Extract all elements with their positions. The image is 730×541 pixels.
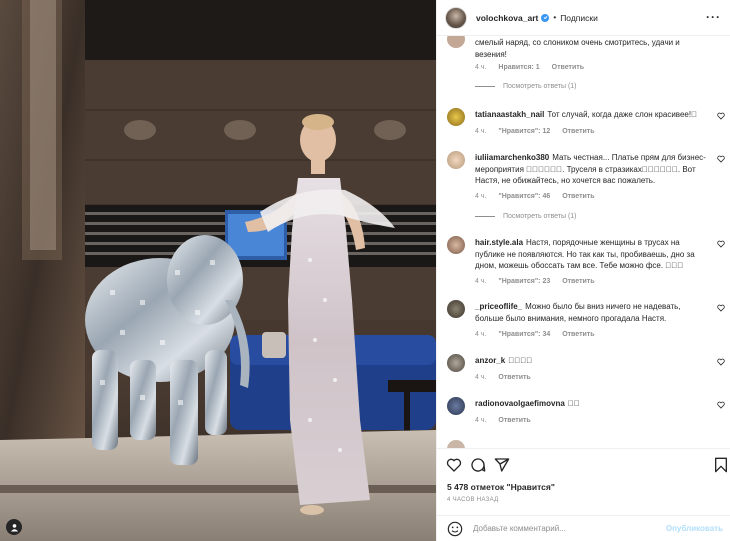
comment-time: 4 ч. (475, 331, 487, 338)
share-icon[interactable] (494, 457, 510, 473)
comment-time: 4 ч. (475, 374, 487, 381)
commenter-username[interactable]: tatianaastakh_nail (475, 110, 544, 119)
comment-meta: 4 ч. Нравится: 1 Ответить (475, 64, 594, 71)
comment-text: смелый наряд, со слоником очень смотрите… (475, 38, 680, 59)
comment-likes[interactable]: "Нравится": 23 (498, 278, 550, 285)
comment-meta: 4 ч. Ответить (475, 417, 541, 424)
commenter-avatar[interactable] (447, 36, 465, 48)
heart-icon[interactable] (717, 401, 725, 409)
author-avatar[interactable] (445, 6, 467, 29)
commenter-avatar[interactable] (447, 151, 465, 169)
photo-scene (0, 0, 436, 541)
comment-text: Тот случай, когда даже слон красивее!  (547, 110, 698, 119)
commenter-username[interactable]: anzor_k (475, 356, 505, 365)
heart-icon[interactable] (717, 304, 725, 312)
comment-icon[interactable] (470, 457, 486, 473)
comment-meta: 4 ч. "Нравится": 34 Ответить (475, 331, 605, 338)
reply-button[interactable]: Ответить (562, 331, 594, 338)
comment-input[interactable] (473, 524, 663, 533)
commenter-username[interactable]: iuliiamarchenko380 (475, 153, 549, 162)
user-tag-icon (10, 523, 18, 532)
commenter-username[interactable]: hair.style.ala (475, 238, 523, 247)
comment-text:    (567, 399, 580, 408)
publish-button[interactable]: Опубликовать (666, 524, 723, 533)
reply-button[interactable]: Ответить (562, 278, 594, 285)
instagram-post: volochkova_art • Подписки ··· смелый нар… (0, 0, 730, 541)
commenter-username[interactable]: radionovaolgaefimovna (475, 399, 565, 408)
commenter-avatar[interactable] (447, 440, 465, 448)
view-replies-button[interactable]: Посмотреть ответы (1) (475, 213, 577, 220)
heart-icon[interactable] (446, 457, 462, 473)
user-tag-button[interactable] (6, 519, 22, 535)
comment-body: hair.style.ala Настя, порядочные женщины … (475, 237, 707, 272)
comment-time: 4 ч. (475, 417, 487, 424)
comment-meta: 4 ч. "Нравится": 46 Ответить (475, 193, 605, 200)
comment-time: 4 ч. (475, 278, 487, 285)
verified-badge-icon (541, 13, 550, 22)
reply-button[interactable]: Ответить (562, 193, 594, 200)
heart-icon[interactable] (717, 358, 725, 366)
post-header: volochkova_art • Подписки ··· (437, 0, 730, 36)
post-photo[interactable] (0, 0, 436, 541)
header-separator: • (553, 13, 557, 22)
more-options-icon[interactable]: ··· (706, 10, 721, 24)
commenter-username[interactable]: _priceoflife_ (475, 302, 522, 311)
comments-panel: volochkova_art • Подписки ··· смелый нар… (436, 0, 730, 541)
comment-likes[interactable]: "Нравится": 46 (498, 193, 550, 200)
commenter-avatar[interactable] (447, 300, 465, 318)
comment-time: 4 ч. (475, 128, 487, 135)
comment-body: iuliiamarchenko380 Мать честная... Платье… (475, 152, 707, 187)
comment-meta: 4 ч. "Нравится": 12 Ответить (475, 128, 605, 135)
commenter-avatar[interactable] (447, 354, 465, 372)
bookmark-icon[interactable] (713, 457, 729, 473)
view-replies-button[interactable]: Посмотреть ответы (1) (475, 83, 577, 90)
comment-meta: 4 ч. "Нравится": 23 Ответить (475, 278, 605, 285)
comment-body: radionovaolgaefimovna    (475, 398, 707, 410)
commenter-avatar[interactable] (447, 397, 465, 415)
follow-button[interactable]: Подписки (560, 13, 598, 23)
reply-button[interactable]: Ответить (562, 128, 594, 135)
heart-icon[interactable] (717, 240, 725, 248)
author-username[interactable]: volochkova_art (476, 13, 538, 23)
heart-icon[interactable] (717, 155, 725, 163)
comment-body: tatianaastakh_nail Тот случай, когда даже… (475, 109, 707, 121)
commenter-avatar[interactable] (447, 108, 465, 126)
heart-icon[interactable] (717, 112, 725, 120)
commenter-avatar[interactable] (447, 236, 465, 254)
comment-meta: 4 ч. Ответить (475, 374, 541, 381)
comment-likes[interactable]: Нравится: 1 (498, 64, 539, 71)
comment-likes[interactable]: "Нравится": 34 (498, 331, 550, 338)
reply-button[interactable]: Ответить (498, 374, 530, 381)
comment-body: _priceoflife_ Можно было бы вниз ничего н… (475, 301, 707, 324)
comments-list[interactable]: смелый наряд, со слоником очень смотрите… (437, 36, 730, 448)
add-comment-bar: Опубликовать (437, 515, 730, 541)
comment-text:      (508, 356, 533, 365)
reply-button[interactable]: Ответить (552, 64, 584, 71)
emoji-icon[interactable] (447, 521, 463, 537)
likes-count[interactable]: 5 478 отметок "Нравится" (447, 482, 555, 492)
comment-body: anzor_k      (475, 355, 707, 367)
post-time[interactable]: 4 ЧАСОВ НАЗАД (447, 497, 498, 503)
comment-time: 4 ч. (475, 193, 487, 200)
comment-likes[interactable]: "Нравится": 12 (498, 128, 550, 135)
reply-button[interactable]: Ответить (498, 417, 530, 424)
comment-time: 4 ч. (475, 64, 487, 71)
post-actions (437, 448, 730, 480)
